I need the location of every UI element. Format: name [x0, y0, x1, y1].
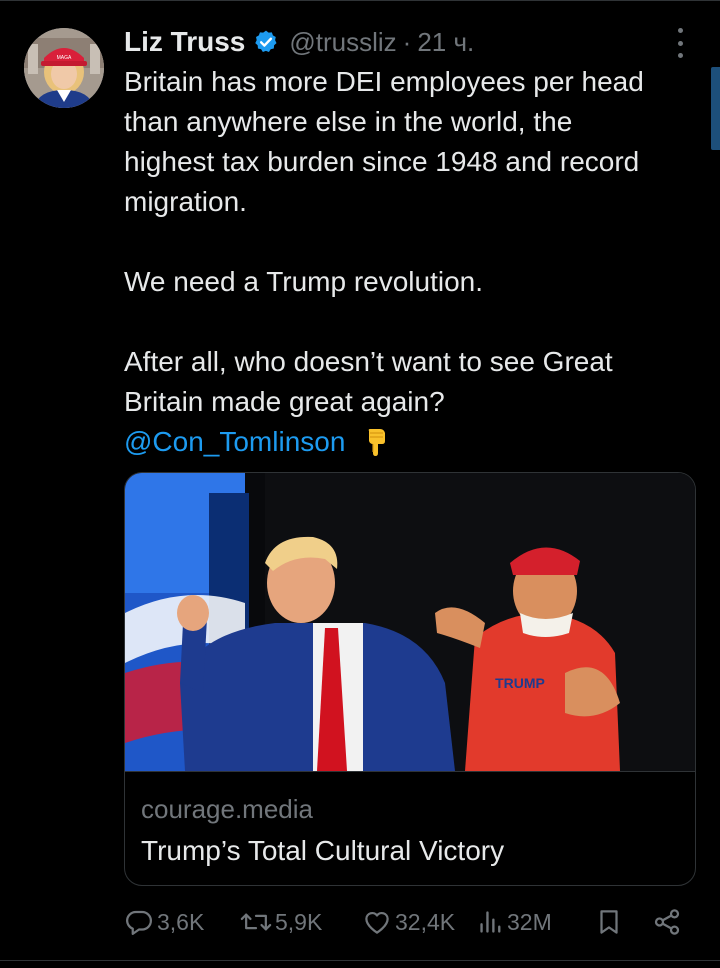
tweet-text-line: highest tax burden since 1948 and record: [124, 146, 640, 177]
tweet-action-bar: 3,6K 5,9K 32,4K 32M: [124, 902, 694, 942]
top-divider: [0, 0, 720, 1]
repost-count: 5,9K: [275, 908, 323, 935]
like-button[interactable]: 32,4K: [362, 902, 455, 942]
more-vertical-icon[interactable]: [666, 28, 694, 58]
author-name[interactable]: Liz Truss: [124, 26, 245, 58]
share-icon: [654, 909, 680, 935]
tweet-timestamp[interactable]: 21 ч.: [417, 27, 474, 58]
verified-badge-icon: [255, 30, 277, 52]
tweet-text-line: After all, who doesn’t want to see Great: [124, 346, 613, 377]
bookmark-icon: [600, 910, 618, 934]
views-icon: [480, 911, 501, 933]
author-avatar[interactable]: MAGA: [24, 28, 104, 108]
views-button[interactable]: 32M: [478, 902, 552, 942]
like-count: 32,4K: [395, 908, 456, 935]
tweet-text-line: We need a Trump revolution.: [124, 266, 484, 297]
author-handle[interactable]: @trussliz: [289, 27, 396, 58]
svg-text:MAGA: MAGA: [57, 55, 72, 61]
pointing-down-emoji-icon: [369, 429, 386, 456]
share-button[interactable]: [652, 902, 682, 942]
link-card-domain: courage.media: [141, 794, 313, 824]
heart-icon: [365, 911, 389, 934]
bottom-divider: [0, 960, 720, 961]
link-preview-card[interactable]: TRUMP courage.media Trump’s Total Cultur…: [124, 472, 696, 886]
meta-separator: ·: [402, 26, 412, 57]
link-card-title: Trump’s Total Cultural Victory: [141, 835, 505, 866]
tweet-text-line: migration.: [124, 186, 247, 217]
tweet-text-line: Britain made great again?: [124, 386, 445, 417]
repost-icon: [240, 913, 272, 931]
avatar-image: MAGA: [24, 28, 104, 108]
mention-link[interactable]: @Con_Tomlinson: [124, 426, 345, 457]
link-card-image[interactable]: TRUMP: [125, 473, 695, 771]
mention-line: @Con_Tomlinson: [124, 422, 714, 462]
hogan-shirt-text: TRUMP: [495, 675, 545, 691]
tweet-text-line: than anywhere else in the world, the: [124, 106, 573, 137]
reply-button[interactable]: 3,6K: [124, 902, 204, 942]
link-card-info[interactable]: courage.media Trump’s Total Cultural Vic…: [125, 771, 695, 885]
tweet-header: Liz Truss @trussliz · 21 ч.: [124, 22, 474, 62]
repost-button[interactable]: 5,9K: [240, 902, 322, 942]
bookmark-button[interactable]: [594, 902, 624, 942]
views-count: 32M: [507, 908, 552, 935]
reply-count: 3,6K: [157, 908, 205, 935]
tweet-body: Britain has more DEI employees per head …: [124, 62, 714, 462]
tweet-text-line: Britain has more DEI employees per head: [124, 66, 644, 97]
reply-icon: [126, 910, 152, 935]
